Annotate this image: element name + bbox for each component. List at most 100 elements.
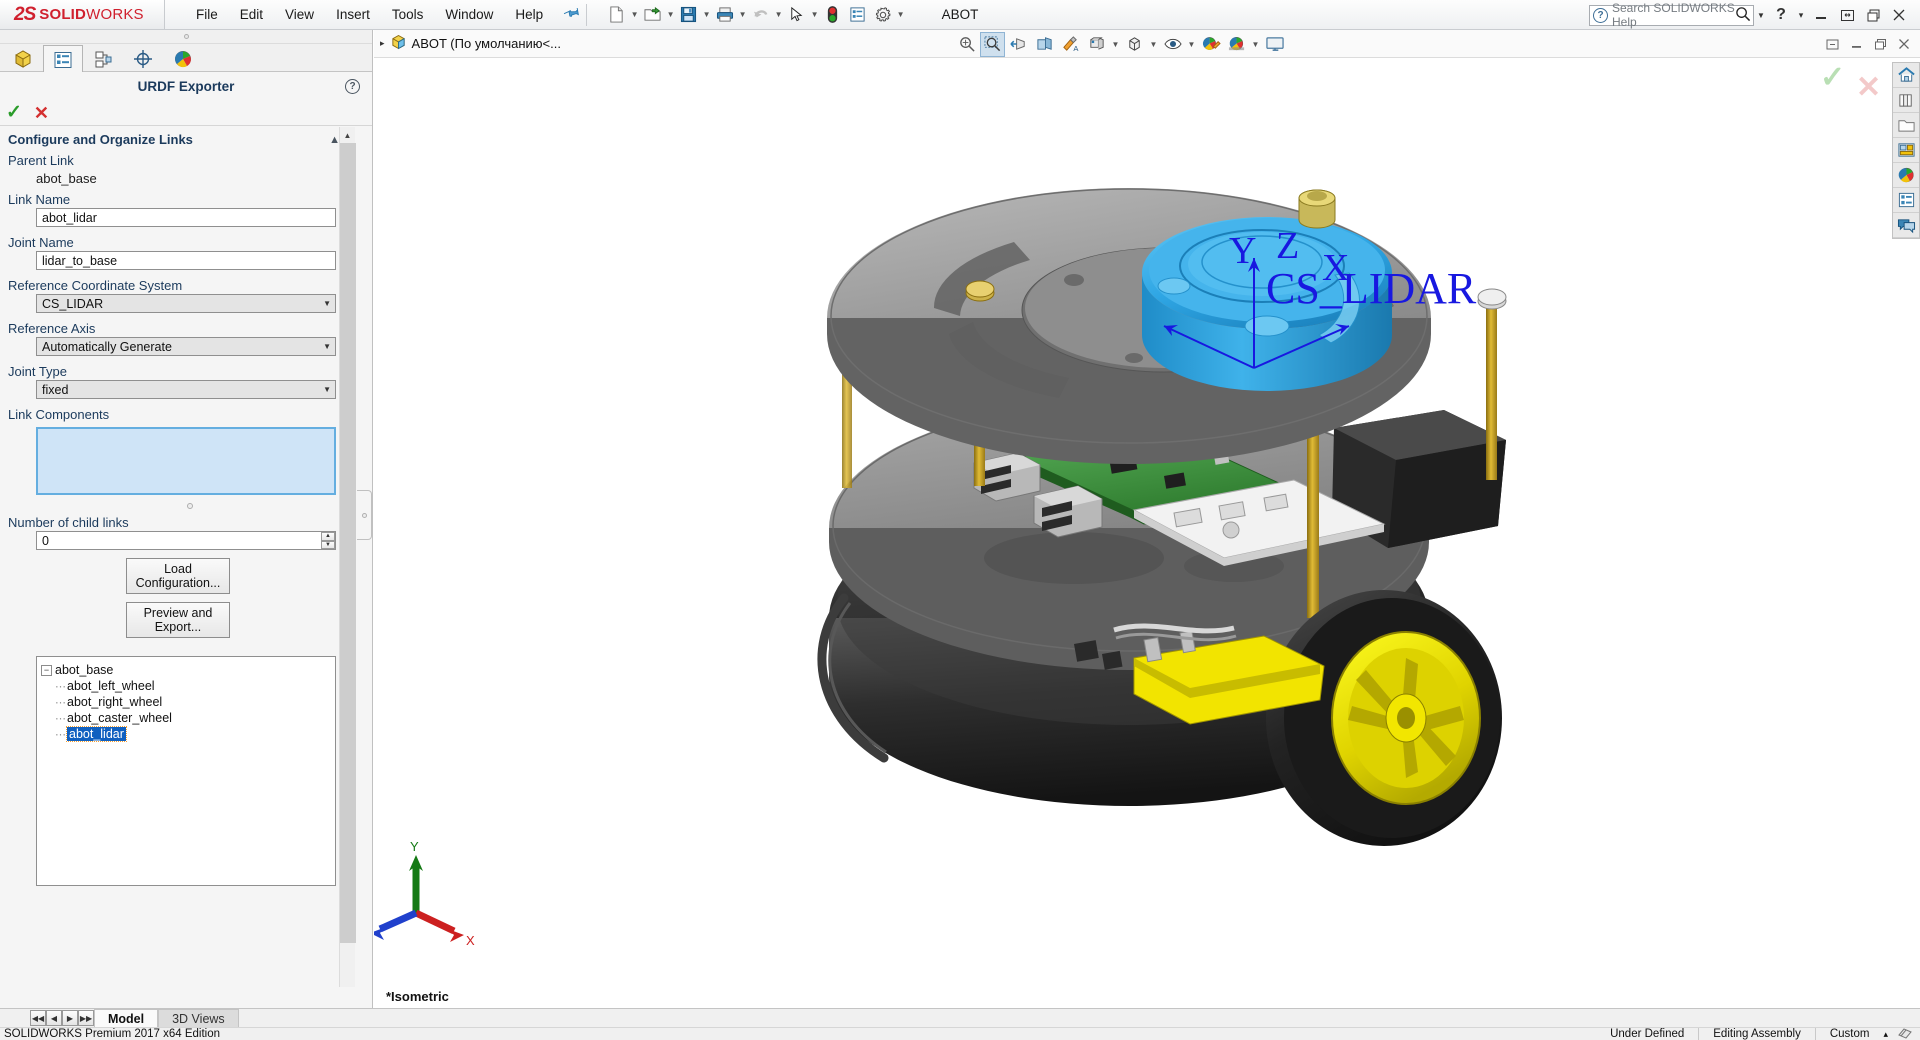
collapse-expand-icon[interactable]: − bbox=[41, 665, 52, 676]
traffic-light-icon[interactable] bbox=[820, 2, 845, 27]
tree-item-row-selected[interactable]: ⋯ abot_lidar bbox=[41, 726, 331, 742]
prev-tab-icon[interactable]: ◀ bbox=[46, 1010, 62, 1026]
chevron-down-icon[interactable]: ▼ bbox=[1186, 32, 1197, 57]
property-manager-tab[interactable] bbox=[43, 45, 83, 73]
section-header-configure-links[interactable]: Configure and Organize Links ▲ bbox=[0, 127, 356, 150]
preview-and-export-button[interactable]: Preview and Export... bbox=[126, 602, 230, 638]
panel-resize-handle[interactable] bbox=[357, 490, 372, 540]
appearance-brush-icon[interactable]: A bbox=[1058, 32, 1083, 57]
link-tree[interactable]: − abot_base ⋯ abot_left_wheel ⋯ abot_rig… bbox=[36, 656, 336, 886]
next-tab-icon[interactable]: ▶ bbox=[62, 1010, 78, 1026]
chevron-down-icon[interactable]: ▼ bbox=[665, 2, 676, 27]
cursor-arrow-icon[interactable] bbox=[784, 2, 809, 27]
scrollbar-thumb[interactable] bbox=[340, 143, 356, 943]
menu-item-insert[interactable]: Insert bbox=[325, 3, 381, 26]
scroll-up-icon[interactable]: ▲ bbox=[340, 127, 355, 143]
chevron-down-icon[interactable]: ▼ bbox=[1148, 32, 1159, 57]
chevron-down-icon[interactable]: ▼ bbox=[1250, 32, 1261, 57]
help-button[interactable]: ? bbox=[1768, 0, 1794, 30]
chevron-down-icon[interactable]: ▼ bbox=[323, 342, 331, 351]
list-properties-icon[interactable] bbox=[845, 2, 870, 27]
view-orientation-icon[interactable] bbox=[1084, 32, 1109, 57]
robot-model-viewport[interactable]: Y Z X CS_LIDAR Y X Z bbox=[374, 58, 1920, 1008]
chevron-down-icon[interactable]: ▼ bbox=[737, 2, 748, 27]
tab-nav-arrows[interactable]: ◀◀ ◀ ▶ ▶▶ bbox=[30, 1010, 94, 1026]
link-name-input[interactable]: abot_lidar bbox=[36, 208, 336, 227]
feature-manager-tab[interactable] bbox=[3, 45, 43, 72]
question-circle-icon[interactable]: ? bbox=[345, 79, 360, 94]
reference-axis-select[interactable]: Automatically Generate ▼ bbox=[36, 337, 336, 356]
expand-arrow-icon[interactable]: ▸ bbox=[380, 38, 385, 49]
tree-root-row[interactable]: − abot_base bbox=[41, 662, 331, 678]
units-caret-icon[interactable]: ▴ bbox=[1883, 1029, 1898, 1040]
search-input[interactable]: ? Search SOLIDWORKS Help bbox=[1589, 5, 1754, 26]
floppy-save-icon[interactable] bbox=[676, 2, 701, 27]
help-dropdown-caret-icon[interactable]: ▾ bbox=[1794, 0, 1808, 30]
reference-coordinate-system-select[interactable]: CS_LIDAR ▼ bbox=[36, 294, 336, 313]
section-view-icon[interactable] bbox=[1032, 32, 1057, 57]
last-tab-icon[interactable]: ▶▶ bbox=[78, 1010, 94, 1026]
maximize-icon[interactable] bbox=[1868, 32, 1892, 56]
chevron-down-icon[interactable]: ▼ bbox=[1110, 32, 1121, 57]
search-dropdown-caret-icon[interactable]: ▼ bbox=[1754, 0, 1768, 30]
configuration-manager-tab[interactable] bbox=[83, 45, 123, 72]
maximize-icon[interactable] bbox=[1860, 0, 1886, 30]
chevron-down-icon[interactable]: ▼ bbox=[809, 2, 820, 27]
gear-icon[interactable] bbox=[870, 2, 895, 27]
scene-icon[interactable] bbox=[1224, 32, 1249, 57]
menu-item-view[interactable]: View bbox=[274, 3, 325, 26]
menu-item-tools[interactable]: Tools bbox=[381, 3, 435, 26]
graphics-area[interactable]: ▸ ABOT (По умолчанию<... bbox=[374, 30, 1920, 1008]
load-configuration-button[interactable]: Load Configuration... bbox=[126, 558, 230, 594]
undo-arrow-icon[interactable] bbox=[748, 2, 773, 27]
previous-view-icon[interactable] bbox=[1006, 32, 1031, 57]
menu-item-help[interactable]: Help bbox=[504, 3, 554, 26]
restore-icon[interactable] bbox=[1834, 0, 1860, 30]
monitor-icon[interactable] bbox=[1262, 32, 1287, 57]
joint-name-input[interactable]: lidar_to_base bbox=[36, 251, 336, 270]
minimize-icon[interactable] bbox=[1844, 32, 1868, 56]
display-manager-tab[interactable] bbox=[163, 45, 203, 72]
magnifier-icon[interactable] bbox=[1735, 6, 1751, 25]
status-custom-units[interactable]: Custom bbox=[1815, 1028, 1884, 1040]
pushpin-icon[interactable] bbox=[560, 2, 583, 26]
eye-icon[interactable] bbox=[1160, 32, 1185, 57]
chevron-down-icon[interactable]: ▼ bbox=[629, 2, 640, 27]
display-style-cube-icon[interactable] bbox=[1122, 32, 1147, 57]
zoom-area-icon[interactable] bbox=[980, 32, 1005, 57]
chevron-down-icon[interactable]: ▼ bbox=[323, 385, 331, 394]
menu-item-window[interactable]: Window bbox=[434, 3, 504, 26]
chevron-down-icon[interactable]: ▼ bbox=[323, 299, 331, 308]
stepper-down-icon[interactable]: ▼ bbox=[321, 541, 335, 550]
stepper-up-icon[interactable]: ▲ bbox=[321, 532, 335, 541]
selection-box-handle[interactable] bbox=[24, 497, 356, 512]
restore-icon[interactable] bbox=[1820, 32, 1844, 56]
tree-item-row[interactable]: ⋯ abot_right_wheel bbox=[41, 694, 331, 710]
open-folder-icon[interactable] bbox=[640, 2, 665, 27]
breadcrumb[interactable]: ▸ ABOT (По умолчанию<... bbox=[374, 34, 561, 53]
printer-icon[interactable] bbox=[712, 2, 737, 27]
overlay-icon[interactable] bbox=[1898, 1027, 1920, 1040]
close-icon[interactable] bbox=[1886, 0, 1912, 30]
panel-scrollbar[interactable]: ▲ bbox=[339, 127, 355, 987]
cancel-button[interactable]: ✕ bbox=[34, 104, 49, 122]
number-of-child-links-stepper[interactable]: 0 ▲▼ bbox=[36, 531, 336, 550]
chevron-down-icon[interactable]: ▼ bbox=[701, 2, 712, 27]
stepper-arrows[interactable]: ▲▼ bbox=[321, 532, 335, 549]
menu-item-edit[interactable]: Edit bbox=[229, 3, 274, 26]
minimize-icon[interactable] bbox=[1808, 0, 1834, 30]
dimxpert-manager-tab[interactable] bbox=[123, 45, 163, 72]
first-tab-icon[interactable]: ◀◀ bbox=[30, 1010, 46, 1026]
panel-grip[interactable] bbox=[0, 30, 372, 44]
chevron-down-icon[interactable]: ▼ bbox=[773, 2, 784, 27]
appearance-sphere-icon[interactable] bbox=[1198, 32, 1223, 57]
tab-3d-views[interactable]: 3D Views bbox=[158, 1009, 239, 1027]
new-file-icon[interactable] bbox=[604, 2, 629, 27]
chevron-down-icon[interactable]: ▼ bbox=[895, 2, 906, 27]
link-components-selection-box[interactable] bbox=[36, 427, 336, 495]
tree-item-row[interactable]: ⋯ abot_caster_wheel bbox=[41, 710, 331, 726]
tree-item-row[interactable]: ⋯ abot_left_wheel bbox=[41, 678, 331, 694]
accept-button[interactable]: ✓ bbox=[6, 103, 22, 122]
joint-type-select[interactable]: fixed ▼ bbox=[36, 380, 336, 399]
zoom-fit-icon[interactable] bbox=[954, 32, 979, 57]
